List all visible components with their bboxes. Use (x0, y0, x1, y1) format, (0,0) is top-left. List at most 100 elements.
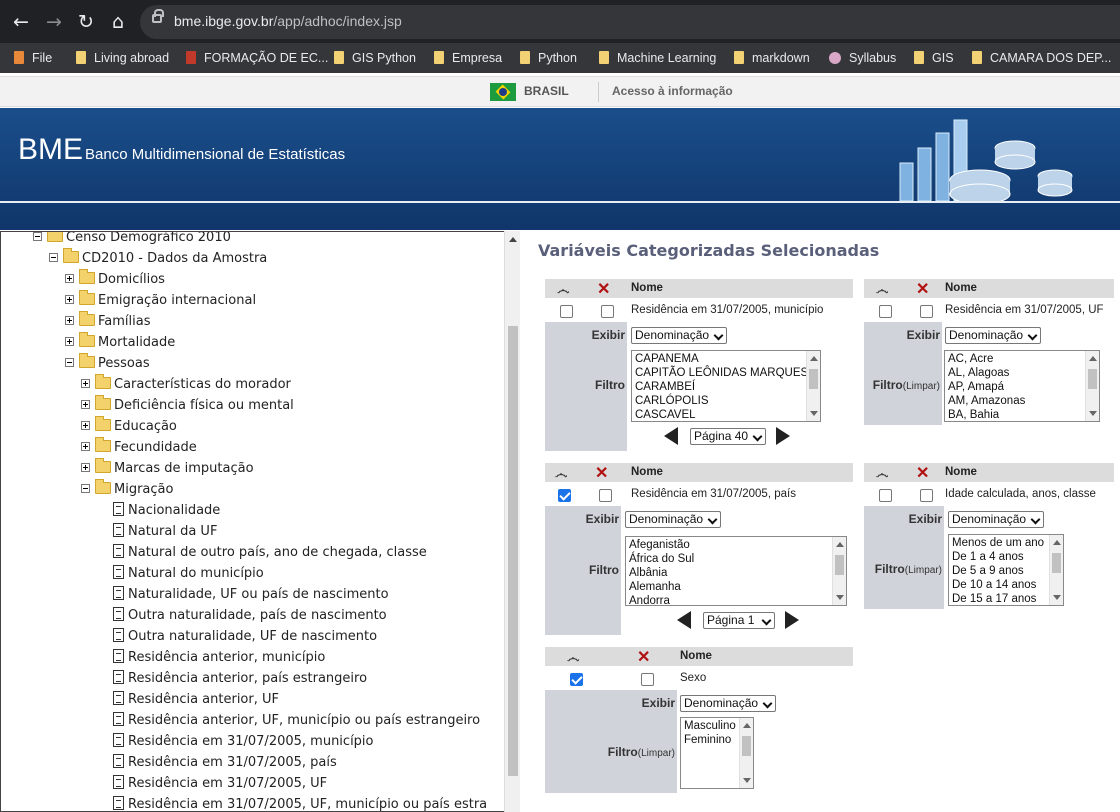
tree-item[interactable]: Mortalidade (65, 332, 175, 353)
next-page-icon[interactable] (785, 611, 799, 629)
filter-option[interactable]: CAPANEMA (632, 352, 820, 366)
listbox-scrollbar[interactable] (1049, 535, 1063, 605)
previous-page-icon[interactable] (664, 427, 678, 445)
limpar-link[interactable]: (Limpar) (905, 565, 942, 576)
tree-item-label[interactable]: Emigração internacional (98, 293, 256, 308)
view-checkbox[interactable] (558, 489, 571, 502)
exibir-select[interactable]: Denominação (625, 511, 721, 528)
expand-icon[interactable] (81, 442, 90, 451)
tree-item[interactable]: Migração (81, 479, 173, 500)
remove-checkbox[interactable] (641, 673, 654, 686)
remove-icon[interactable]: ✕ (595, 463, 608, 483)
tree-item[interactable]: Pessoas (65, 353, 150, 374)
page-select[interactable]: Página 1 (703, 612, 775, 629)
tree-item-label[interactable]: Nacionalidade (128, 503, 220, 518)
forward-icon[interactable]: → (42, 10, 66, 34)
collapse-icon[interactable] (65, 358, 74, 367)
tree-item-label[interactable]: Marcas de imputação (114, 461, 254, 476)
view-checkbox[interactable] (560, 305, 573, 318)
tree-item[interactable]: Residência em 31/07/2005, país (113, 753, 337, 773)
tree-item[interactable]: Fecundidade (81, 437, 197, 458)
bookmark-formacao[interactable]: FORMAÇÃO DE EC... (186, 49, 328, 67)
glasses-icon[interactable]: ෴ (567, 650, 579, 666)
tree-item[interactable]: Residência anterior, município (113, 648, 325, 668)
tree-item[interactable]: Censo Demográfico 2010 (33, 232, 231, 248)
tree-item[interactable]: Famílias (65, 311, 151, 332)
brasil-link[interactable]: BRASIL (524, 84, 569, 98)
tree-item[interactable]: Outra naturalidade, UF de nascimento (113, 627, 377, 647)
tree-item-label[interactable]: Natural do município (128, 566, 264, 581)
tree-item-label[interactable]: Fecundidade (114, 440, 197, 455)
previous-page-icon[interactable] (677, 611, 691, 629)
tree-item[interactable]: Residência anterior, país estrangeiro (113, 669, 367, 689)
acesso-informacao-link[interactable]: Acesso à informação (612, 84, 733, 98)
next-page-icon[interactable] (776, 427, 790, 445)
back-icon[interactable]: ← (9, 10, 33, 34)
tree-item-label[interactable]: Naturalidade, UF ou país de nascimento (128, 587, 389, 602)
tree-item[interactable]: Residência anterior, UF (113, 690, 279, 710)
tree-item-label[interactable]: Residência em 31/07/2005, município (128, 734, 374, 749)
glasses-icon[interactable]: ෴ (876, 282, 888, 298)
tree-item-label[interactable]: CD2010 - Dados da Amostra (82, 251, 267, 266)
listbox-scrollbar[interactable] (739, 718, 753, 788)
tree-item[interactable]: Domicílios (65, 269, 165, 290)
tree-item[interactable]: Residência em 31/07/2005, UF (113, 774, 327, 794)
glasses-icon[interactable]: ෴ (557, 282, 569, 298)
home-icon[interactable]: ⌂ (106, 10, 130, 34)
page-select[interactable]: Página 40 (690, 428, 766, 445)
tree-item[interactable]: CD2010 - Dados da Amostra (49, 248, 267, 269)
filter-option[interactable]: Andorra (626, 594, 846, 605)
tree-item-label[interactable]: Outra naturalidade, país de nascimento (128, 608, 387, 623)
bookmark-gis-python[interactable]: GIS Python (334, 49, 416, 67)
filter-option[interactable]: AL, Alagoas (945, 366, 1099, 380)
remove-checkbox[interactable] (920, 489, 933, 502)
tree-item-label[interactable]: Residência anterior, município (128, 650, 325, 665)
bookmark-empresa[interactable]: Empresa (434, 49, 502, 67)
exibir-select[interactable]: Denominação (948, 511, 1044, 528)
remove-icon[interactable]: ✕ (637, 647, 650, 667)
expand-icon[interactable] (65, 295, 74, 304)
listbox-scrollbar[interactable] (1085, 351, 1099, 421)
collapse-icon[interactable] (81, 484, 90, 493)
listbox-scrollbar[interactable] (832, 537, 846, 605)
view-checkbox[interactable] (879, 305, 892, 318)
tree-item-label[interactable]: Residência em 31/07/2005, UF (128, 776, 327, 791)
tree-item[interactable]: Emigração internacional (65, 290, 256, 311)
filter-option[interactable]: CAPITÃO LEÔNIDAS MARQUES (632, 366, 820, 380)
collapse-icon[interactable] (33, 232, 42, 241)
tree-item-label[interactable]: Mortalidade (98, 335, 175, 350)
tree-item-label[interactable]: Natural da UF (128, 524, 217, 539)
expand-icon[interactable] (65, 337, 74, 346)
view-checkbox[interactable] (879, 489, 892, 502)
filter-option[interactable]: África do Sul (626, 552, 846, 566)
filter-option[interactable]: BA, Bahia (945, 408, 1099, 421)
tree-item-label[interactable]: Educação (114, 419, 177, 434)
filter-option[interactable]: AP, Amapá (945, 380, 1099, 394)
tree-item-label[interactable]: Domicílios (98, 272, 165, 287)
filter-listbox[interactable]: Masculino Feminino (680, 717, 754, 789)
tree-item-label[interactable]: Outra naturalidade, UF de nascimento (128, 629, 377, 644)
tree-item[interactable]: Outra naturalidade, país de nascimento (113, 606, 387, 626)
tree-item-label[interactable]: Residência anterior, país estrangeiro (128, 671, 367, 686)
tree-scrollbar[interactable] (504, 231, 520, 812)
filter-option[interactable]: Alemanha (626, 580, 846, 594)
filter-option[interactable]: CARLÓPOLIS (632, 394, 820, 408)
filter-option[interactable]: De 1 a 4 anos (949, 550, 1063, 564)
exibir-select[interactable]: Denominação (631, 327, 727, 344)
tree-item[interactable]: Naturalidade, UF ou país de nascimento (113, 585, 389, 605)
expand-icon[interactable] (81, 421, 90, 430)
bookmark-python[interactable]: Python (520, 49, 577, 67)
remove-checkbox[interactable] (599, 489, 612, 502)
expand-icon[interactable] (81, 379, 90, 388)
listbox-scrollbar[interactable] (806, 351, 820, 421)
remove-checkbox[interactable] (601, 305, 614, 318)
bookmark-camara[interactable]: CAMARA DOS DEP... (972, 49, 1111, 67)
tree-item[interactable]: Residência em 31/07/2005, município (113, 732, 374, 752)
tree-item[interactable]: Deficiência física ou mental (81, 395, 294, 416)
tree-item-label[interactable]: Pessoas (98, 356, 150, 371)
tree-item-label[interactable]: Censo Demográfico 2010 (66, 232, 231, 245)
filter-option[interactable]: Afeganistão (626, 538, 846, 552)
tree-item-label[interactable]: Residência em 31/07/2005, país (128, 755, 337, 770)
scroll-up-icon[interactable] (509, 237, 517, 242)
exibir-select[interactable]: Denominação (680, 695, 776, 712)
